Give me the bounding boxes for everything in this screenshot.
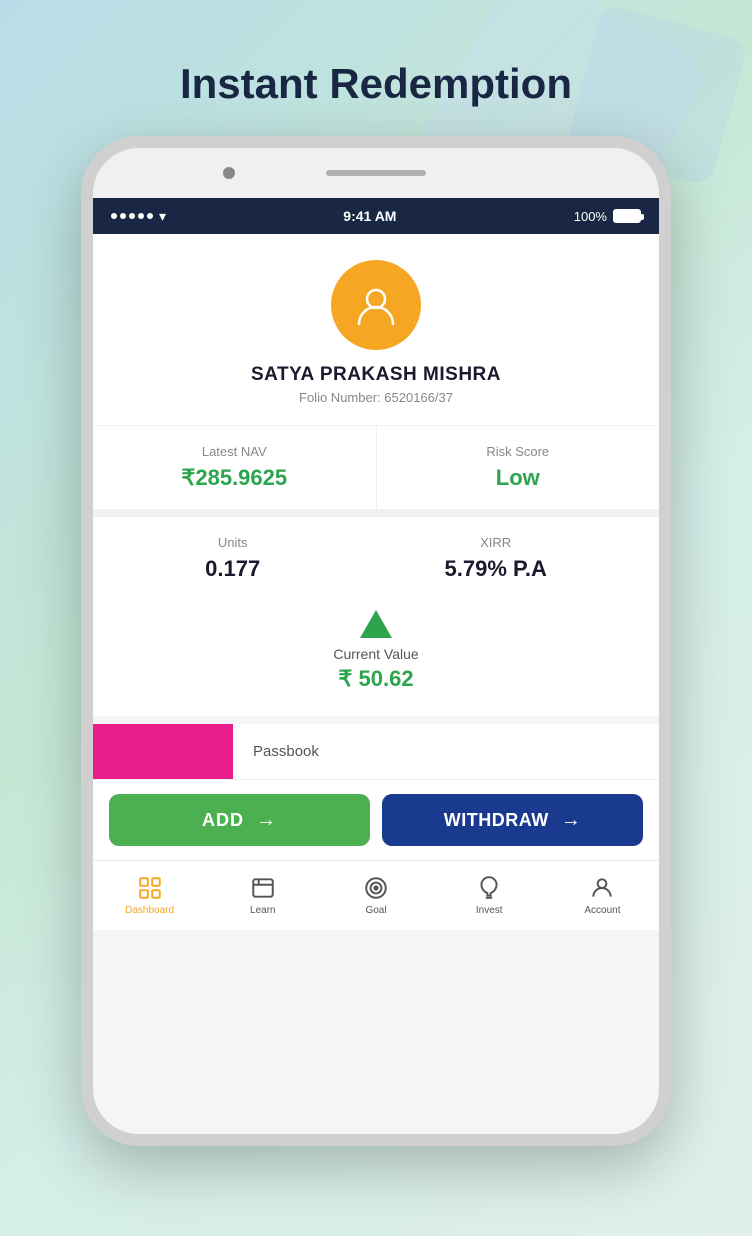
battery-icon [613, 209, 641, 223]
app-content: SATYA PRAKASH MISHRA Folio Number: 65201… [93, 234, 659, 1134]
withdraw-button-label: WITHDRAW [444, 810, 549, 831]
status-right: 100% [574, 209, 641, 224]
dashboard-icon [137, 875, 163, 901]
xirr-label: XIRR [445, 535, 547, 550]
passbook-section: Passbook [93, 724, 659, 780]
nav-item-account[interactable]: Account [546, 861, 659, 930]
folio-number: Folio Number: 6520166/37 [299, 390, 453, 405]
phone-camera [223, 167, 235, 179]
nav-item-invest[interactable]: Invest [433, 861, 546, 930]
latest-nav-label: Latest NAV [113, 444, 356, 459]
invest-icon [476, 875, 502, 901]
account-icon [589, 875, 615, 901]
nav-label-learn: Learn [250, 905, 276, 916]
units-row: Units 0.177 XIRR 5.79% P.A [113, 535, 639, 582]
learn-icon [250, 875, 276, 901]
user-name: SATYA PRAKASH MISHRA [251, 364, 501, 386]
phone-speaker [326, 170, 426, 176]
current-value-label: Current Value [333, 646, 418, 662]
add-button-label: ADD [202, 810, 244, 831]
units-value: 0.177 [205, 556, 260, 582]
nav-item-learn[interactable]: Learn [206, 861, 319, 930]
nav-item-dashboard[interactable]: Dashboard [93, 861, 206, 930]
risk-score-label: Risk Score [397, 444, 640, 459]
battery-percentage: 100% [574, 209, 607, 224]
nav-label-goal: Goal [365, 905, 386, 916]
status-time: 9:41 AM [343, 208, 396, 224]
phone-frame: ▾ 9:41 AM 100% SATYA PRAKASH MISHRA Foli… [81, 136, 671, 1146]
withdraw-arrow-icon: → [561, 809, 582, 832]
nav-label-account: Account [584, 905, 620, 916]
units-label: Units [205, 535, 260, 550]
current-value-amount: ₹ 50.62 [338, 666, 413, 692]
units-item: Units 0.177 [205, 535, 260, 582]
passbook-label[interactable]: Passbook [233, 743, 319, 760]
latest-nav-value: ₹285.9625 [113, 465, 356, 491]
units-card: Units 0.177 XIRR 5.79% P.A Current Value… [93, 517, 659, 716]
phone-top [93, 148, 659, 198]
risk-score-item: Risk Score Low [377, 426, 660, 509]
risk-score-value: Low [397, 465, 640, 491]
avatar [331, 260, 421, 350]
withdraw-button[interactable]: WITHDRAW → [382, 794, 643, 846]
signal-dots [111, 213, 153, 219]
status-bar: ▾ 9:41 AM 100% [93, 198, 659, 234]
goal-icon [363, 875, 389, 901]
add-arrow-icon: → [256, 809, 277, 832]
bottom-nav: Dashboard Learn Goal [93, 860, 659, 930]
nav-item-goal[interactable]: Goal [319, 861, 432, 930]
current-value-section: Current Value ₹ 50.62 [113, 602, 639, 692]
wifi-icon: ▾ [159, 208, 166, 225]
nav-label-invest: Invest [476, 905, 503, 916]
xirr-item: XIRR 5.79% P.A [445, 535, 547, 582]
add-button[interactable]: ADD → [109, 794, 370, 846]
status-left: ▾ [111, 208, 166, 225]
nav-label-dashboard: Dashboard [125, 905, 174, 916]
passbook-tab-active[interactable] [93, 724, 233, 779]
stats-card: Latest NAV ₹285.9625 Risk Score Low [93, 425, 659, 517]
page-title: Instant Redemption [180, 60, 572, 108]
profile-section: SATYA PRAKASH MISHRA Folio Number: 65201… [93, 234, 659, 425]
action-buttons: ADD → WITHDRAW → [93, 780, 659, 860]
xirr-value: 5.79% P.A [445, 556, 547, 582]
latest-nav-item: Latest NAV ₹285.9625 [93, 426, 377, 509]
triangle-up-icon [360, 610, 392, 638]
